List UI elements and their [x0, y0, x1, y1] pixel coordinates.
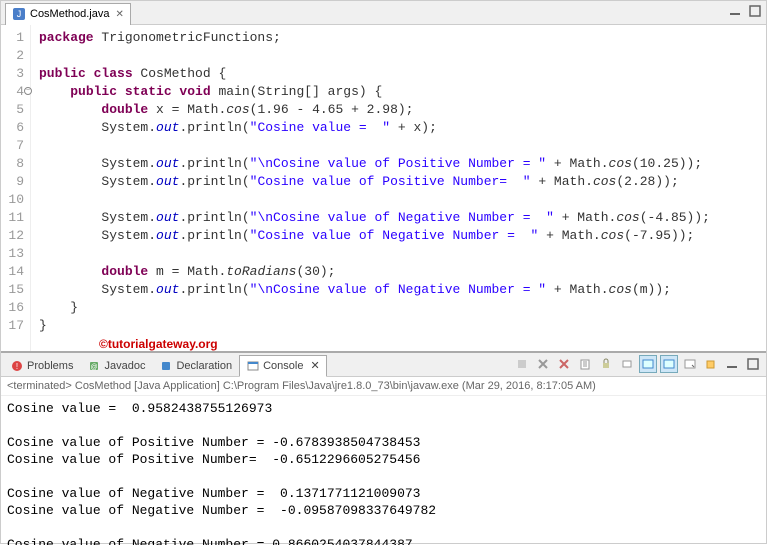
- console-header: <terminated> CosMethod [Java Application…: [1, 377, 766, 396]
- tab-declaration[interactable]: Declaration: [152, 355, 239, 377]
- java-file-icon: J: [12, 7, 26, 21]
- bottom-tab-bar: ! Problems @ Javadoc Declaration Console…: [1, 353, 766, 377]
- clear-console-icon[interactable]: [576, 355, 594, 373]
- editor-tab-cosmethod[interactable]: J CosMethod.java ✕: [5, 3, 131, 25]
- pin-console-icon[interactable]: [618, 355, 636, 373]
- svg-text:@: @: [91, 364, 98, 371]
- console-icon: [246, 359, 260, 373]
- close-icon[interactable]: ✕: [116, 9, 124, 20]
- console-output[interactable]: Cosine value = 0.9582438755126973 Cosine…: [1, 396, 766, 545]
- code-text[interactable]: package TrigonometricFunctions;public cl…: [31, 25, 710, 351]
- svg-text:!: !: [16, 362, 18, 371]
- svg-text:J: J: [17, 9, 22, 19]
- remove-launch-icon[interactable]: [534, 355, 552, 373]
- close-icon[interactable]: ✕: [310, 359, 319, 372]
- tab-problems-label: Problems: [27, 360, 73, 372]
- tab-problems[interactable]: ! Problems: [3, 355, 80, 377]
- terminate-icon[interactable]: [513, 355, 531, 373]
- tab-console[interactable]: Console ✕: [239, 355, 327, 377]
- javadoc-icon: @: [87, 359, 101, 373]
- maximize-icon[interactable]: [748, 4, 762, 18]
- line-gutter: 1234−567891011121314151617: [1, 25, 31, 351]
- tab-console-label: Console: [263, 360, 303, 372]
- code-area[interactable]: 1234−567891011121314151617 package Trigo…: [1, 25, 766, 351]
- editor-tab-label: CosMethod.java: [30, 8, 110, 20]
- show-console-output-icon[interactable]: [639, 355, 657, 373]
- tab-javadoc-label: Javadoc: [104, 360, 145, 372]
- open-console-icon[interactable]: [702, 355, 720, 373]
- editor-pane: J CosMethod.java ✕ 1234−5678910111213141…: [1, 1, 766, 351]
- problems-icon: !: [10, 359, 24, 373]
- scroll-lock-icon[interactable]: [597, 355, 615, 373]
- declaration-icon: [159, 359, 173, 373]
- minimize-view-icon[interactable]: [723, 355, 741, 373]
- maximize-view-icon[interactable]: [744, 355, 762, 373]
- remove-all-icon[interactable]: [555, 355, 573, 373]
- tab-javadoc[interactable]: @ Javadoc: [80, 355, 152, 377]
- display-selected-console-icon[interactable]: [681, 355, 699, 373]
- bottom-pane: ! Problems @ Javadoc Declaration Console…: [1, 351, 766, 545]
- console-toolbar: [513, 355, 762, 373]
- show-console-error-icon[interactable]: [660, 355, 678, 373]
- editor-tab-bar: J CosMethod.java ✕: [1, 1, 766, 25]
- tab-declaration-label: Declaration: [176, 360, 232, 372]
- minimize-icon[interactable]: [728, 4, 742, 18]
